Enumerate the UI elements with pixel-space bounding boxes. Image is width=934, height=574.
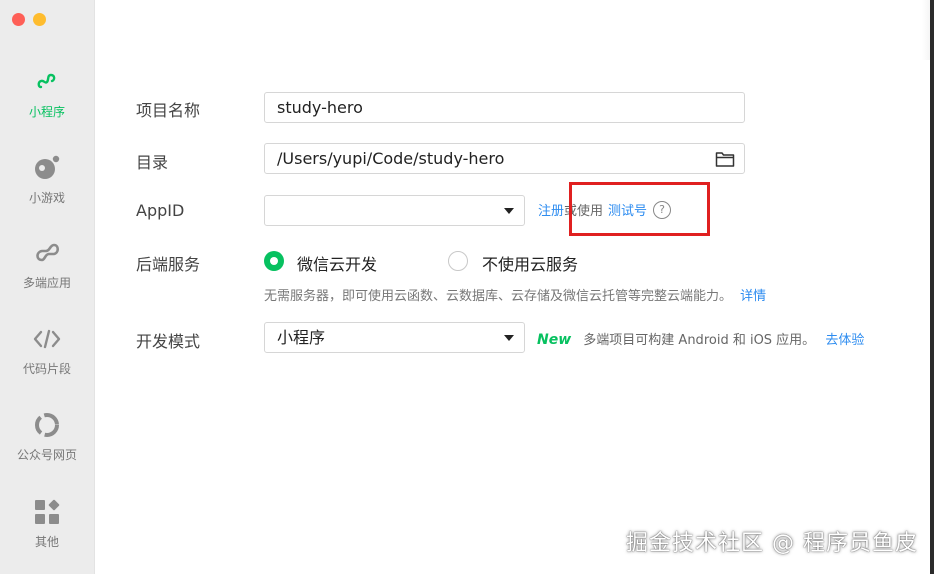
sidebar-item-other[interactable]: 其他: [0, 497, 94, 550]
try-link[interactable]: 去体验: [825, 333, 864, 348]
dev-mode-info: New 多端项目可构建 Android 和 iOS 应用。 去体验: [537, 329, 864, 348]
window-edge: [930, 0, 934, 574]
sidebar: 小程序 小游戏 多端应用 代码片段 公众号网页 其他: [0, 0, 95, 574]
sidebar-item-label: 小程序: [28, 105, 65, 119]
multiplatform-icon: [36, 243, 60, 262]
cloud-dev-label[interactable]: 微信云开发: [297, 251, 377, 275]
radio-cloud-dev[interactable]: [264, 251, 284, 271]
sidebar-item-miniprogram[interactable]: 小程序: [0, 67, 94, 120]
sidebar-item-minigame[interactable]: 小游戏: [0, 153, 94, 206]
dev-mode-value: 小程序: [277, 328, 326, 347]
sidebar-item-code-snippet[interactable]: 代码片段: [0, 324, 94, 377]
sidebar-item-multiplatform[interactable]: 多端应用: [0, 238, 94, 291]
directory-value: /Users/yupi/Code/study-hero: [277, 149, 505, 168]
sidebar-item-label: 其他: [34, 535, 59, 549]
appid-label: AppID: [136, 201, 185, 220]
new-badge: New: [537, 332, 572, 348]
sidebar-item-label: 代码片段: [22, 362, 71, 376]
minimize-window-button[interactable]: [33, 13, 46, 26]
directory-input[interactable]: /Users/yupi/Code/study-hero: [264, 143, 745, 174]
register-link[interactable]: 注册: [538, 200, 564, 219]
sidebar-item-label: 多端应用: [22, 276, 71, 290]
dev-mode-select[interactable]: 小程序: [264, 322, 525, 353]
project-name-input[interactable]: study-hero: [264, 92, 745, 123]
sidebar-item-official-account[interactable]: 公众号网页: [0, 410, 94, 463]
project-name-label: 项目名称: [136, 101, 201, 120]
chevron-down-icon: [504, 335, 514, 341]
code-snippet-icon: [33, 329, 61, 349]
official-account-icon: [35, 413, 59, 437]
minigame-icon: [35, 155, 60, 179]
directory-label: 目录: [136, 153, 169, 172]
backend-hint-text: 无需服务器，即可使用云函数、云数据库、云存储及微信云托管等完整云端能力。: [264, 289, 733, 304]
highlight-box: [569, 182, 710, 236]
window-controls: [12, 13, 46, 26]
grid-icon: [35, 499, 60, 524]
miniprogram-icon: [37, 73, 56, 89]
chevron-down-icon: [504, 208, 514, 214]
backend-label: 后端服务: [136, 255, 201, 274]
new-project-form: 项目名称 study-hero 目录 /Users/yupi/Code/stud…: [95, 0, 934, 574]
folder-icon[interactable]: [715, 150, 735, 168]
detail-link[interactable]: 详情: [740, 289, 766, 304]
sidebar-item-label: 小游戏: [28, 191, 65, 205]
close-window-button[interactable]: [12, 13, 25, 26]
radio-no-cloud[interactable]: [448, 251, 468, 271]
appid-select[interactable]: [264, 195, 525, 226]
dev-mode-label: 开发模式: [136, 332, 201, 351]
dev-mode-new-text: 多端项目可构建 Android 和 iOS 应用。: [583, 333, 816, 348]
sidebar-item-label: 公众号网页: [16, 448, 77, 462]
no-cloud-label[interactable]: 不使用云服务: [482, 251, 578, 275]
watermark-text: 掘金技术社区 @ 程序员鱼皮: [626, 531, 918, 556]
backend-hint: 无需服务器，即可使用云函数、云数据库、云存储及微信云托管等完整云端能力。 详情: [264, 285, 766, 304]
